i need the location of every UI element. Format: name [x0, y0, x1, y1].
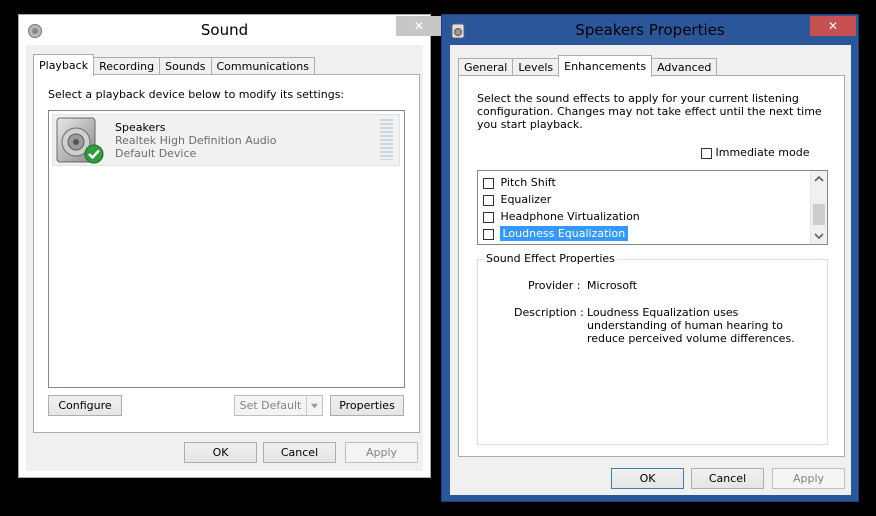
effect-item[interactable]: Headphone Virtualization: [483, 208, 640, 225]
effect-item[interactable]: Equalizer: [483, 191, 551, 208]
provider-value: Microsoft: [587, 279, 638, 292]
device-status: Default Device: [115, 147, 197, 160]
sound-tab-strip: Playback Recording Sounds Communications: [33, 53, 315, 76]
set-default-dropdown[interactable]: [306, 396, 322, 415]
sound-client-area: Playback Recording Sounds Communications…: [26, 45, 423, 471]
configure-button[interactable]: Configure: [48, 395, 122, 416]
effect-checkbox[interactable]: [483, 211, 494, 223]
cancel-button[interactable]: Cancel: [691, 468, 764, 489]
scroll-up-icon[interactable]: [811, 171, 827, 187]
apply-button[interactable]: Apply: [772, 468, 845, 489]
close-button[interactable]: ✕: [810, 16, 856, 36]
effects-list[interactable]: Pitch Shift Equalizer Headphone Virtuali…: [477, 170, 828, 245]
effect-item[interactable]: Pitch Shift: [483, 174, 556, 191]
effect-label: Pitch Shift: [500, 176, 556, 189]
enhancements-instruction: Select the sound effects to apply for yo…: [477, 92, 822, 131]
ok-button[interactable]: OK: [184, 442, 257, 463]
tab-levels[interactable]: Levels: [512, 58, 560, 76]
effect-checkbox[interactable]: [483, 177, 494, 189]
enhancements-tab-panel: Select the sound effects to apply for yo…: [458, 75, 845, 457]
tab-enhancements[interactable]: Enhancements: [558, 55, 653, 77]
device-name: Speakers: [115, 121, 166, 134]
speakers-properties-window: Speakers Properties ✕ General Levels Enh…: [441, 14, 859, 502]
window-title: Sound: [200, 21, 249, 39]
window-title: Speakers Properties: [575, 21, 725, 39]
close-button[interactable]: ✕: [396, 16, 442, 36]
tab-playback[interactable]: Playback: [33, 54, 95, 76]
properties-button[interactable]: Properties: [330, 395, 404, 416]
apply-button[interactable]: Apply: [345, 442, 418, 463]
properties-client-area: General Levels Enhancements Advanced Sel…: [450, 45, 851, 495]
tab-general[interactable]: General: [458, 58, 514, 76]
tab-recording[interactable]: Recording: [93, 57, 161, 75]
immediate-mode-option[interactable]: Immediate mode: [701, 146, 810, 159]
playback-instruction: Select a playback device below to modify…: [48, 88, 345, 101]
scroll-thumb[interactable]: [813, 204, 825, 225]
description-value: Loudness Equalization uses understanding…: [587, 306, 795, 345]
set-default-label: Set Default: [239, 399, 302, 412]
effect-item-selected[interactable]: Loudness Equalization: [483, 225, 629, 242]
device-list[interactable]: Speakers Realtek High Definition Audio D…: [48, 110, 405, 388]
ok-button[interactable]: OK: [611, 468, 684, 489]
tab-sounds[interactable]: Sounds: [159, 57, 212, 75]
effect-label: Loudness Equalization: [499, 226, 629, 241]
effects-scrollbar[interactable]: [810, 171, 827, 244]
effect-checkbox[interactable]: [483, 228, 494, 240]
properties-tab-strip: General Levels Enhancements Advanced: [458, 54, 718, 77]
tab-communications[interactable]: Communications: [210, 57, 315, 75]
playback-tab-panel: Select a playback device below to modify…: [33, 74, 420, 433]
effect-label: Equalizer: [500, 193, 552, 206]
close-icon: ✕: [413, 19, 425, 33]
sound-effect-properties-group: Sound Effect Properties Provider : Micro…: [477, 252, 828, 445]
immediate-mode-checkbox[interactable]: [701, 147, 712, 159]
close-icon: ✕: [827, 19, 839, 33]
description-label: Description :: [514, 306, 584, 319]
green-checkmark-icon: [84, 144, 104, 164]
tab-advanced[interactable]: Advanced: [651, 58, 718, 76]
chevron-down-icon: [310, 403, 319, 409]
cancel-button[interactable]: Cancel: [263, 442, 336, 463]
provider-label: Provider :: [528, 279, 581, 292]
set-default-button[interactable]: Set Default: [234, 395, 323, 416]
immediate-mode-label: Immediate mode: [715, 146, 810, 159]
effect-label: Headphone Virtualization: [500, 210, 640, 223]
volume-level-meter: [380, 119, 393, 160]
device-driver: Realtek High Definition Audio: [115, 134, 277, 147]
device-item-speakers[interactable]: Speakers Realtek High Definition Audio D…: [52, 114, 400, 166]
effect-checkbox[interactable]: [483, 194, 494, 206]
group-title: Sound Effect Properties: [484, 252, 617, 265]
scroll-down-icon[interactable]: [811, 228, 827, 244]
sound-window: Sound ✕ Playback Recording Sounds Commun…: [18, 14, 442, 478]
